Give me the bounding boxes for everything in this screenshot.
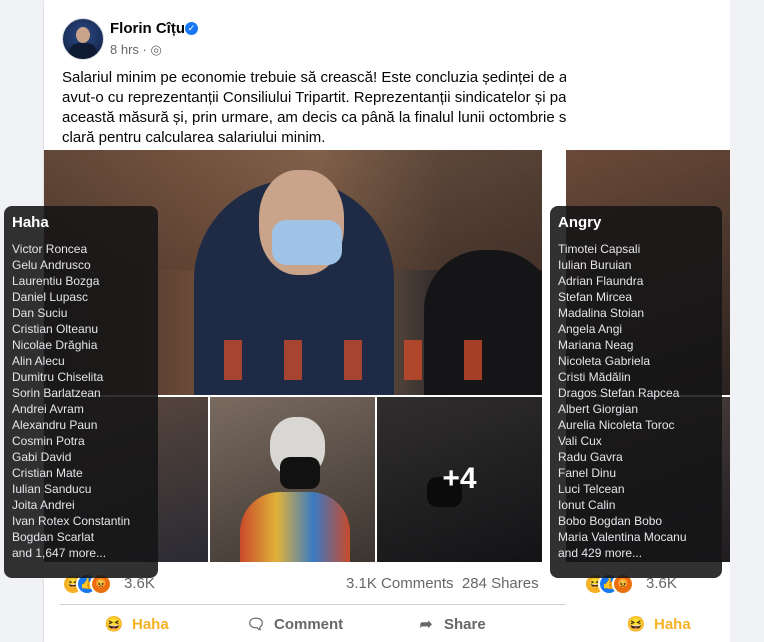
reactor-list: Timotei Capsali Iulian Buruian Adrian Flau… [558,241,714,561]
reactor-name: Bogdan Scarlat [12,530,95,544]
reactor-name: Luci Telcean [558,482,625,496]
reactor-name: Gabi David [12,450,72,464]
tooltip-title: Haha [12,214,49,231]
author-avatar[interactable] [62,18,104,60]
photo-mask [280,457,320,489]
verified-badge-icon: ✓ [185,22,198,35]
reactor-name: Aurelia Nicoleta Toroc [558,418,675,432]
reactor-name: Alexandru Paun [12,418,98,432]
reactor-name: Laurentiu Bozga [12,274,100,288]
reactor-name: Angela Angi [558,322,623,336]
avatar-face [76,27,90,43]
post-meta: 8 hrs · ◎ [110,42,162,58]
reactor-name: Gelu Andrusco [12,258,91,272]
haha-button[interactable]: 😆 Haha [104,615,169,633]
reactor-name: Nicolae Drăghia [12,338,98,352]
reactor-name: Cristi Mădălin [558,370,631,384]
reactor-name: Stefan Mircea [558,290,633,304]
haha-icon: 😆 [104,616,124,633]
tooltip-title: Angry [558,214,602,231]
haha-icon: 😆 [626,616,646,633]
reactor-name: Cristian Mate [12,466,83,480]
reactor-name: Alin Alecu [12,354,65,368]
angry-reactors-tooltip: Angry Timotei Capsali Iulian Buruian Adria… [550,206,722,578]
reactor-name: Radu Gavra [558,450,623,464]
haha-label: Haha [654,616,691,633]
reactor-name: Dumitru Chiselita [12,370,104,384]
comment-icon: 🗨 [246,616,266,633]
globe-icon: ◎ [150,42,162,57]
separator-dot: · [142,42,147,57]
reactor-name: Andrei Avram [12,402,84,416]
photo-figure-body [240,492,350,562]
haha-label: Haha [132,616,169,633]
reactor-name: Iulian Sanducu [12,482,92,496]
post-time[interactable]: 8 hrs [110,42,139,57]
comments-count[interactable]: 3.1K Comments [346,575,454,592]
post-photo-thumb-2[interactable] [210,397,375,562]
shares-count[interactable]: 284 Shares [462,575,539,592]
reactor-name: and 1,647 more... [12,546,107,560]
share-button[interactable]: ➦ Share [416,615,486,633]
reactor-name: Sorin Barlatzean [12,386,101,400]
photo-cups [224,340,524,380]
reactor-name: Bobo Bogdan Bobo [558,514,663,528]
reactor-name: Nicoleta Gabriela [558,354,651,368]
reactor-name: Madalina Stoian [558,306,645,320]
photo-mask [272,220,342,265]
avatar-suit [69,43,97,59]
reactor-name: Iulian Buruian [558,258,632,272]
reactor-name: Dragos Stefan Rapcea [558,386,680,400]
reactor-name: Daniel Lupasc [12,290,89,304]
share-icon: ➦ [419,616,433,633]
reactor-name: Timotei Capsali [558,242,641,256]
reactor-name: Ionut Calin [558,498,616,512]
reactor-name: and 429 more... [558,546,643,560]
reactor-name: Victor Roncea [12,242,88,256]
reactor-list: Victor Roncea Gelu Andrusco Laurentiu Bozg… [12,241,150,561]
reactor-name: Maria Valentina Mocanu [558,530,687,544]
haha-reactors-tooltip: Haha Victor Roncea Gelu Andrusco Laurentiu… [4,206,158,578]
reactor-name: Adrian Flaundra [558,274,644,288]
reactor-name: Ivan Rotex Constantin [12,514,131,528]
author-name[interactable]: Florin Cîțu [110,20,185,37]
reactor-name: Dan Suciu [12,306,68,320]
post-stats: 3.1K Comments 284 Shares [346,575,539,592]
post-photo-thumb-3[interactable]: +4 [377,397,542,562]
haha-button[interactable]: 😆 Haha [626,615,691,633]
reactor-name: Joita Andrei [12,498,75,512]
comment-label: Comment [274,616,344,633]
comment-button[interactable]: 🗨 Comment [246,615,343,633]
share-label: Share [444,616,486,633]
reactor-name: Mariana Neag [558,338,634,352]
reactor-name: Vali Cux [558,434,602,448]
more-photos-count: +4 [442,462,477,495]
reactor-name: Albert Giorgian [558,402,639,416]
reactor-name: Cristian Olteanu [12,322,99,336]
reactor-name: Fanel Dinu [558,466,617,480]
reactor-name: Cosmin Potra [12,434,85,448]
